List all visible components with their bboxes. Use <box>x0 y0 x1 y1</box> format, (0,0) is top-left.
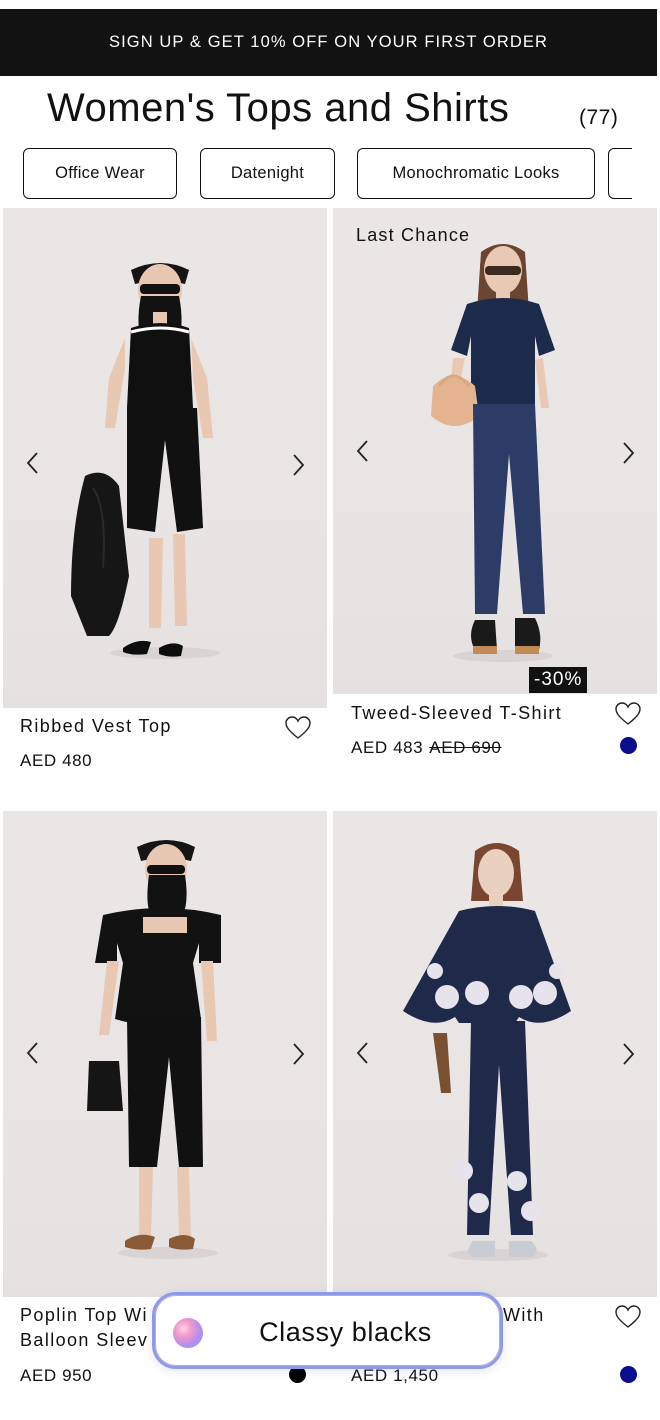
model-figure <box>87 840 221 1259</box>
original-price: AED 690 <box>429 738 502 757</box>
promo-text: SIGN UP & GET 10% OFF ON YOUR FIRST ORDE… <box>108 33 549 51</box>
heart-outline-icon[interactable] <box>285 716 311 740</box>
product-image[interactable] <box>3 811 327 1297</box>
filter-chip-label: Office Wear <box>55 164 145 182</box>
heart-outline-icon[interactable] <box>615 1305 641 1329</box>
color-swatch-navy[interactable] <box>620 1366 637 1383</box>
filter-chip-monochromatic-looks[interactable]: Monochromatic Looks <box>357 148 595 199</box>
carousel-next-button[interactable] <box>618 439 638 467</box>
chevron-right-icon <box>293 454 305 476</box>
promo-banner[interactable]: SIGN UP & GET 10% OFF ON YOUR FIRST ORDE… <box>0 9 657 76</box>
chevron-left-icon <box>356 1042 368 1064</box>
heart-outline-icon[interactable] <box>615 702 641 726</box>
carousel-next-button[interactable] <box>618 1040 638 1068</box>
product-name[interactable]: Tweed-Sleeved T-Shirt <box>351 701 562 726</box>
style-assistant-button[interactable]: Classy blacks <box>152 1292 503 1369</box>
chevron-left-icon <box>26 1042 38 1064</box>
current-price: AED 483 <box>351 738 424 757</box>
assistant-label: Classy blacks <box>259 1317 432 1347</box>
carousel-next-button[interactable] <box>288 451 308 479</box>
filter-chip-datenight[interactable]: Datenight <box>200 148 335 199</box>
color-swatch-navy[interactable] <box>620 737 637 754</box>
product-price: AED 950 <box>20 1366 92 1386</box>
discount-badge: -30% <box>529 667 588 693</box>
product-image[interactable] <box>333 811 657 1297</box>
carousel-prev-button[interactable] <box>23 1039 43 1067</box>
chevron-right-icon <box>293 1043 305 1065</box>
chevron-right-icon <box>623 1043 635 1065</box>
chevron-left-icon <box>26 452 38 474</box>
carousel-prev-button[interactable] <box>23 449 43 477</box>
chevron-left-icon <box>356 440 368 462</box>
current-price: AED 950 <box>20 1366 93 1385</box>
filter-chip-office-wear[interactable]: Office Wear <box>23 148 177 199</box>
product-name[interactable]: Ribbed Vest Top <box>20 714 172 739</box>
model-figure <box>431 244 555 662</box>
product-image[interactable]: Last Chance -30% <box>333 208 657 694</box>
model-figure <box>71 263 220 659</box>
carousel-prev-button[interactable] <box>353 437 373 465</box>
product-price: AED 1,450 <box>351 1366 439 1386</box>
result-count: (77) <box>579 106 619 129</box>
product-name-line2[interactable]: Balloon Sleev <box>20 1328 148 1353</box>
filter-chip-row[interactable]: Office Wear Datenight Monochromatic Look… <box>0 148 632 200</box>
current-price: AED 480 <box>20 751 93 770</box>
model-figure <box>403 843 571 1261</box>
product-tag: Last Chance <box>356 225 471 245</box>
filter-chip-partial[interactable] <box>608 148 632 199</box>
product-price: AED 483 AED 690 <box>351 738 502 758</box>
carousel-next-button[interactable] <box>288 1040 308 1068</box>
page-title: Women's Tops and Shirts <box>47 86 510 130</box>
product-name[interactable]: Poplin Top Wi <box>20 1303 148 1328</box>
chevron-right-icon <box>623 442 635 464</box>
product-price: AED 480 <box>20 751 92 771</box>
carousel-prev-button[interactable] <box>353 1039 373 1067</box>
filter-chip-label: Datenight <box>230 164 305 182</box>
product-image[interactable] <box>3 208 327 708</box>
filter-chip-label: Monochromatic Looks <box>392 164 560 182</box>
product-name[interactable]: With <box>503 1303 545 1328</box>
